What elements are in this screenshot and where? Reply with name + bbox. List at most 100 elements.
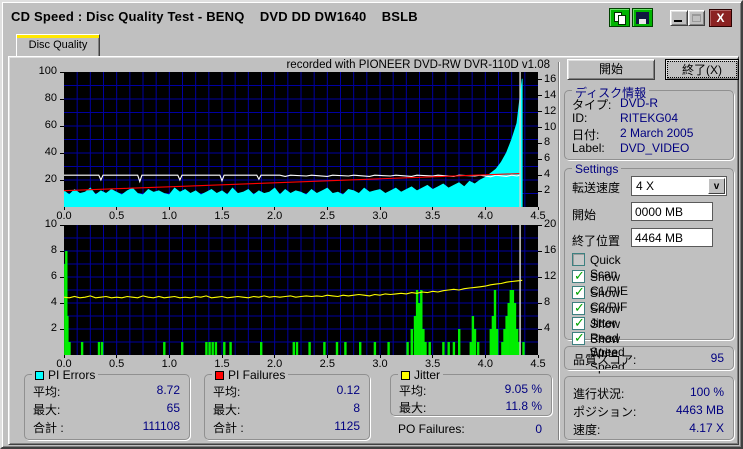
axis-tick-label: 6	[544, 152, 550, 164]
quality-score-value: 95	[711, 351, 724, 365]
axis-tick-label: 0.5	[103, 358, 131, 370]
axis-tick-label: 0.5	[103, 210, 131, 222]
end-pos-label: 終了位置	[572, 232, 620, 249]
axis-tick-label: 1.0	[155, 210, 183, 222]
axis-tick-label	[538, 143, 542, 144]
pi-errors-stats-title: PI Errors	[32, 368, 98, 382]
axis-tick-label: 12	[544, 105, 556, 117]
stat-row: 平均:0.12	[213, 383, 360, 397]
quality-score-row: 品質スコア: 95	[573, 351, 724, 365]
progress-row: 進行状況:100 %	[573, 385, 724, 399]
axis-tick-label	[60, 99, 64, 100]
save-icon[interactable]	[632, 8, 653, 27]
axis-tick-label	[60, 153, 64, 154]
maximize-icon	[692, 14, 701, 22]
axis-tick-label	[538, 303, 542, 304]
pi-errors-chart: 204060801002468101214160.00.51.01.52.02.…	[64, 72, 538, 207]
start-pos-input[interactable]	[631, 202, 713, 221]
axis-tick-label: 12	[544, 270, 556, 282]
jitter-legend-swatch	[401, 371, 410, 380]
speed-select[interactable]: 4 X v	[631, 176, 727, 196]
pi-failures-stats-group: PI Failures 平均:0.12 最大:8 合計 :1125	[204, 374, 370, 440]
pi-failures-legend-swatch	[215, 371, 224, 380]
axis-tick-label: 20	[544, 218, 556, 230]
axis-tick-label: 10	[544, 121, 556, 133]
vertical-separator	[558, 62, 560, 440]
check-icon: ✓	[574, 330, 585, 346]
axis-tick-label: 10	[27, 218, 57, 230]
axis-tick-label	[538, 159, 542, 160]
axis-tick-label: 4	[27, 296, 57, 308]
axis-tick-label: 16	[544, 73, 556, 85]
axis-tick-label: 14	[544, 89, 556, 101]
checkbox-box: ✓	[572, 253, 585, 266]
axis-tick-label: 3.0	[366, 210, 394, 222]
progress-group: 進行状況:100 % ポジション:4463 MB 速度:4.17 X	[564, 376, 734, 440]
checkbox-box: ✓	[572, 332, 585, 345]
axis-tick-label	[60, 303, 64, 304]
jitter-stats-title: Jitter	[398, 368, 443, 382]
axis-tick-label: 40	[27, 146, 57, 158]
exit-button[interactable]: 終了(X)	[665, 59, 739, 80]
start-button[interactable]: 開始	[567, 59, 655, 80]
axis-tick-label	[538, 79, 542, 80]
axis-tick-label: 20	[27, 173, 57, 185]
axis-tick-label	[538, 111, 542, 112]
app-window: CD Speed : Disc Quality Test - BENQ DVD …	[0, 0, 743, 449]
axis-tick-label	[538, 127, 542, 128]
chevron-down-icon[interactable]: v	[708, 178, 725, 194]
pi-failures-stats-title: PI Failures	[212, 368, 288, 382]
checkbox-box: ✓	[572, 286, 585, 299]
minimize-button[interactable]	[670, 10, 688, 26]
axis-tick-label	[60, 225, 64, 226]
settings-group: Settings 転送速度 4 X v 開始 終了位置 ✓Quick Scan …	[564, 168, 734, 340]
end-pos-input[interactable]	[631, 228, 713, 247]
axis-tick-label: 80	[27, 92, 57, 104]
stat-row: 最大:65	[33, 401, 180, 415]
axis-tick-label: 3.5	[419, 210, 447, 222]
axis-tick-label: 16	[544, 244, 556, 256]
checkbox-box: ✓	[572, 302, 585, 315]
axis-tick-label	[538, 225, 542, 226]
start-pos-label: 開始	[572, 206, 596, 223]
speed-row: 速度:4.17 X	[573, 421, 724, 435]
minimize-icon	[674, 20, 682, 22]
pi-failures-jitter-chart-canvas	[64, 225, 538, 355]
axis-tick-label	[538, 175, 542, 176]
axis-tick-label: 3.0	[366, 358, 394, 370]
disc-id-row: ID:RITEKG04	[572, 111, 726, 125]
checkbox-box: ✓	[572, 317, 585, 330]
title-bar: CD Speed : Disc Quality Test - BENQ DVD …	[6, 6, 737, 28]
check-icon: ✓	[574, 284, 585, 300]
axis-tick-label: 8	[544, 136, 550, 148]
settings-title: Settings	[572, 162, 621, 176]
axis-tick-label: 1.5	[208, 210, 236, 222]
axis-tick-label	[538, 191, 542, 192]
window-title: CD Speed : Disc Quality Test - BENQ DVD …	[11, 9, 418, 24]
axis-tick-label: 60	[27, 119, 57, 131]
axis-tick-label	[60, 277, 64, 278]
maximize-button[interactable]	[688, 10, 705, 26]
axis-tick-label	[60, 251, 64, 252]
check-icon: ✓	[574, 300, 585, 316]
speed-label: 転送速度	[572, 179, 620, 196]
jitter-stats-group: Jitter 平均:9.05 % 最大:11.8 %	[390, 374, 552, 416]
close-button[interactable]: X	[709, 9, 732, 27]
axis-tick-label: 4.0	[471, 210, 499, 222]
tab-disc-quality[interactable]: Disc Quality	[16, 34, 100, 57]
floppy-icon	[636, 12, 649, 24]
axis-tick-label	[538, 251, 542, 252]
axis-tick-label: 2	[544, 184, 550, 196]
axis-tick-label: 8	[27, 244, 57, 256]
pi-errors-stats-group: PI Errors 平均:8.72 最大:65 合計 :111108	[24, 374, 190, 440]
axis-tick-label	[60, 72, 64, 73]
checkbox-box: ✓	[572, 270, 585, 283]
copy-icon[interactable]	[609, 8, 630, 27]
axis-tick-label	[60, 329, 64, 330]
stat-row: 最大:11.8 %	[399, 399, 542, 413]
axis-tick-label: 100	[27, 65, 57, 77]
axis-tick-label: 2.5	[313, 358, 341, 370]
axis-tick-label	[538, 329, 542, 330]
stat-row: 合計 :1125	[213, 419, 360, 433]
tab-label: Disc Quality	[29, 39, 88, 51]
